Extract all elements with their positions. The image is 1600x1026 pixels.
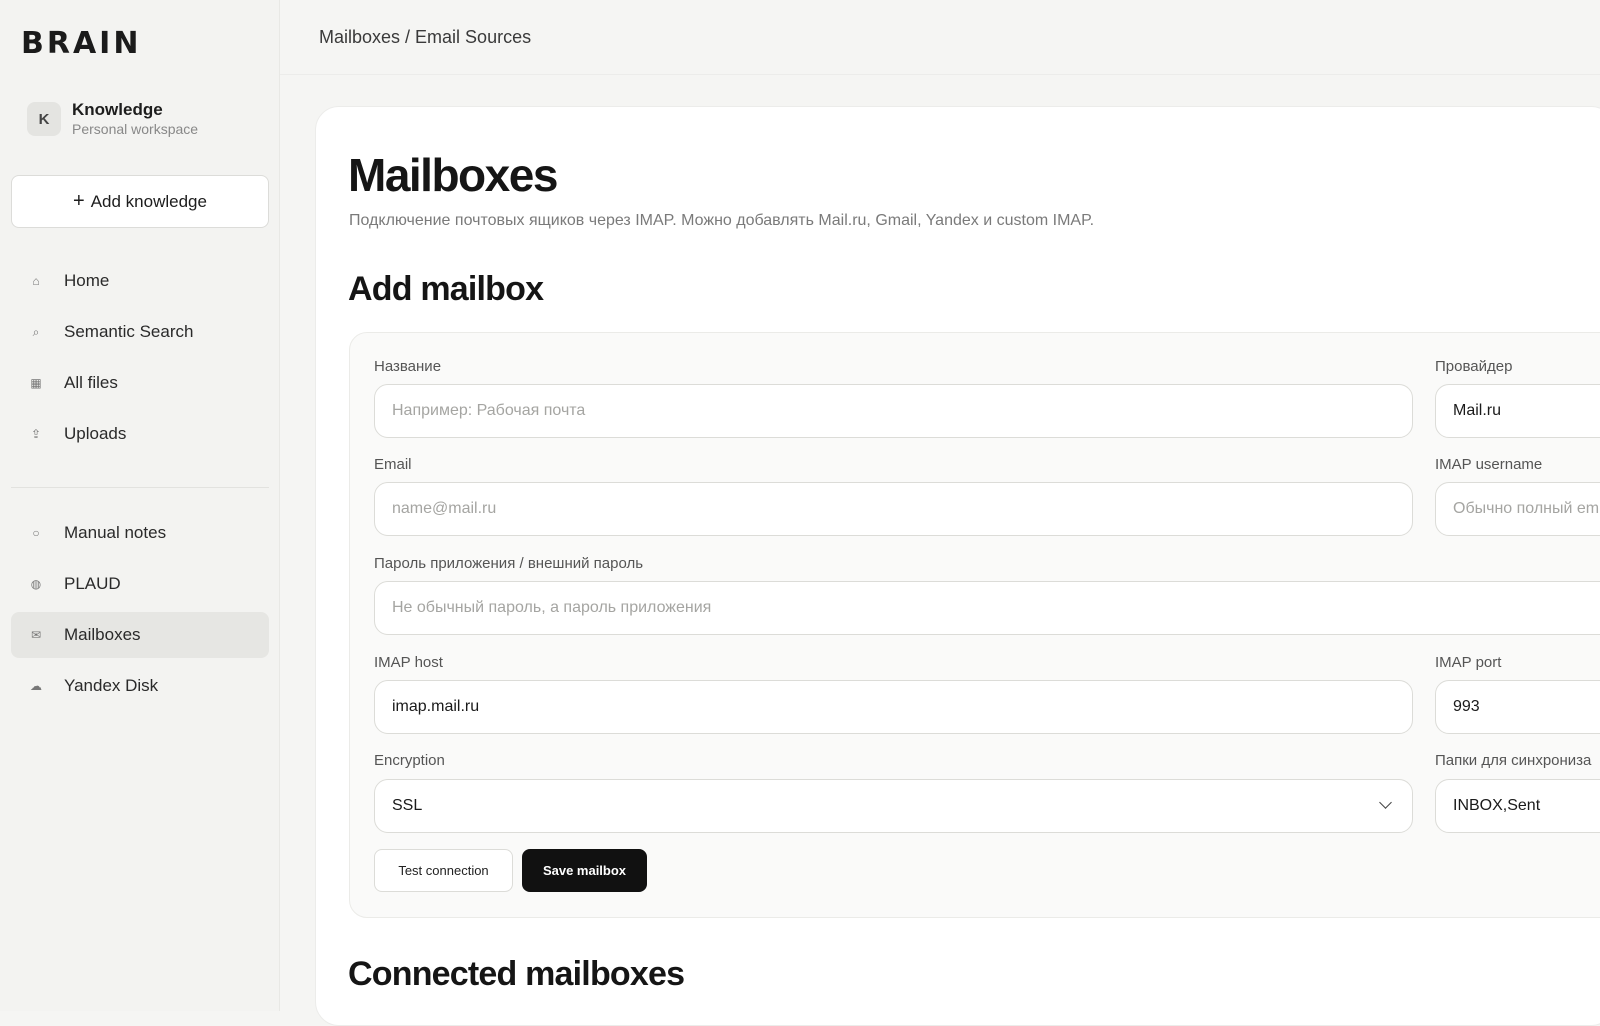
sidebar-item-label: Yandex Disk bbox=[64, 676, 159, 695]
encryption-label: Encryption bbox=[374, 752, 445, 769]
provider-select[interactable]: Mail.ru bbox=[1435, 384, 1600, 438]
chevron-down-icon bbox=[1379, 796, 1392, 809]
add-knowledge-button[interactable]: + Add knowledge bbox=[11, 175, 269, 228]
home-icon: ⌂ bbox=[32, 274, 40, 288]
workspace-switcher[interactable]: K Knowledge Personal workspace bbox=[27, 100, 198, 138]
workspace-avatar: K bbox=[27, 102, 61, 136]
folders-input[interactable]: INBOX,Sent bbox=[1435, 779, 1600, 833]
sidebar-item-label: Home bbox=[64, 271, 110, 290]
imap-port-input[interactable]: 993 bbox=[1435, 680, 1600, 734]
imap-username-input[interactable]: Обычно полный em bbox=[1435, 482, 1600, 536]
password-label: Пароль приложения / внешний пароль bbox=[374, 555, 644, 572]
sidebar-item-manual-notes[interactable]: ○ Manual notes bbox=[11, 510, 269, 556]
sidebar-item-uploads[interactable]: ⇪ Uploads bbox=[11, 411, 269, 457]
add-knowledge-label: Add knowledge bbox=[90, 191, 207, 211]
name-label: Название bbox=[374, 358, 442, 375]
upload-icon: ⇪ bbox=[30, 427, 42, 441]
save-mailbox-button[interactable]: Save mailbox bbox=[522, 849, 647, 892]
sidebar-item-label: PLAUD bbox=[64, 574, 121, 593]
topbar: Mailboxes / Email Sources bbox=[280, 0, 1600, 75]
breadcrumb: Mailboxes / Email Sources bbox=[319, 27, 532, 47]
imap-username-label: IMAP username bbox=[1435, 456, 1543, 473]
sidebar-item-home[interactable]: ⌂ Home bbox=[11, 258, 269, 304]
sidebar-item-plaud[interactable]: ◍ PLAUD bbox=[11, 561, 269, 607]
page-subtitle: Подключение почтовых ящиков через IMAP. … bbox=[349, 212, 1095, 229]
sidebar-item-label: Semantic Search bbox=[64, 322, 194, 341]
password-input[interactable]: Не обычный пароль, а пароль приложения bbox=[374, 581, 1600, 635]
folders-label: Папки для синхрониза bbox=[1435, 752, 1592, 769]
brand-logo[interactable]: BRAIN bbox=[21, 26, 141, 61]
cloud-icon: ☁ bbox=[30, 679, 42, 693]
name-input[interactable]: Например: Рабочая почта bbox=[374, 384, 1413, 438]
plus-icon: + bbox=[73, 190, 85, 212]
mail-icon: ✉ bbox=[30, 628, 42, 642]
sidebar-item-all-files[interactable]: ▦ All files bbox=[11, 360, 269, 406]
email-input[interactable]: name@mail.ru bbox=[374, 482, 1413, 536]
test-connection-button[interactable]: Test connection bbox=[374, 849, 513, 892]
sidebar-item-mailboxes[interactable]: ✉ Mailboxes bbox=[11, 612, 269, 658]
add-mailbox-title: Add mailbox bbox=[348, 270, 544, 308]
encryption-value: SSL bbox=[392, 797, 423, 814]
connected-mailboxes-title: Connected mailboxes bbox=[348, 955, 685, 993]
encryption-select[interactable]: SSL bbox=[374, 779, 1413, 833]
grid-icon: ▦ bbox=[30, 376, 42, 390]
provider-label: Провайдер bbox=[1435, 358, 1513, 375]
sidebar-item-label: Manual notes bbox=[64, 523, 167, 542]
dot-circle-icon: ◍ bbox=[30, 577, 42, 591]
sidebar: BRAIN K Knowledge Personal workspace + A… bbox=[0, 0, 280, 1011]
imap-port-label: IMAP port bbox=[1435, 654, 1502, 671]
sidebar-divider bbox=[11, 487, 269, 488]
email-label: Email bbox=[374, 456, 412, 473]
sidebar-item-label: Mailboxes bbox=[64, 625, 141, 644]
imap-host-input[interactable]: imap.mail.ru bbox=[374, 680, 1413, 734]
sidebar-item-yandex-disk[interactable]: ☁ Yandex Disk bbox=[11, 663, 269, 709]
sidebar-item-label: All files bbox=[64, 373, 118, 392]
imap-host-label: IMAP host bbox=[374, 654, 443, 671]
workspace-name: Knowledge bbox=[72, 100, 163, 119]
circle-icon: ○ bbox=[32, 526, 40, 540]
sidebar-item-label: Uploads bbox=[64, 424, 127, 443]
search-icon: ⌕ bbox=[32, 324, 40, 339]
page-title: Mailboxes bbox=[348, 149, 558, 201]
workspace-subtitle: Personal workspace bbox=[72, 121, 199, 137]
sidebar-item-semantic-search[interactable]: ⌕ Semantic Search bbox=[11, 309, 269, 355]
